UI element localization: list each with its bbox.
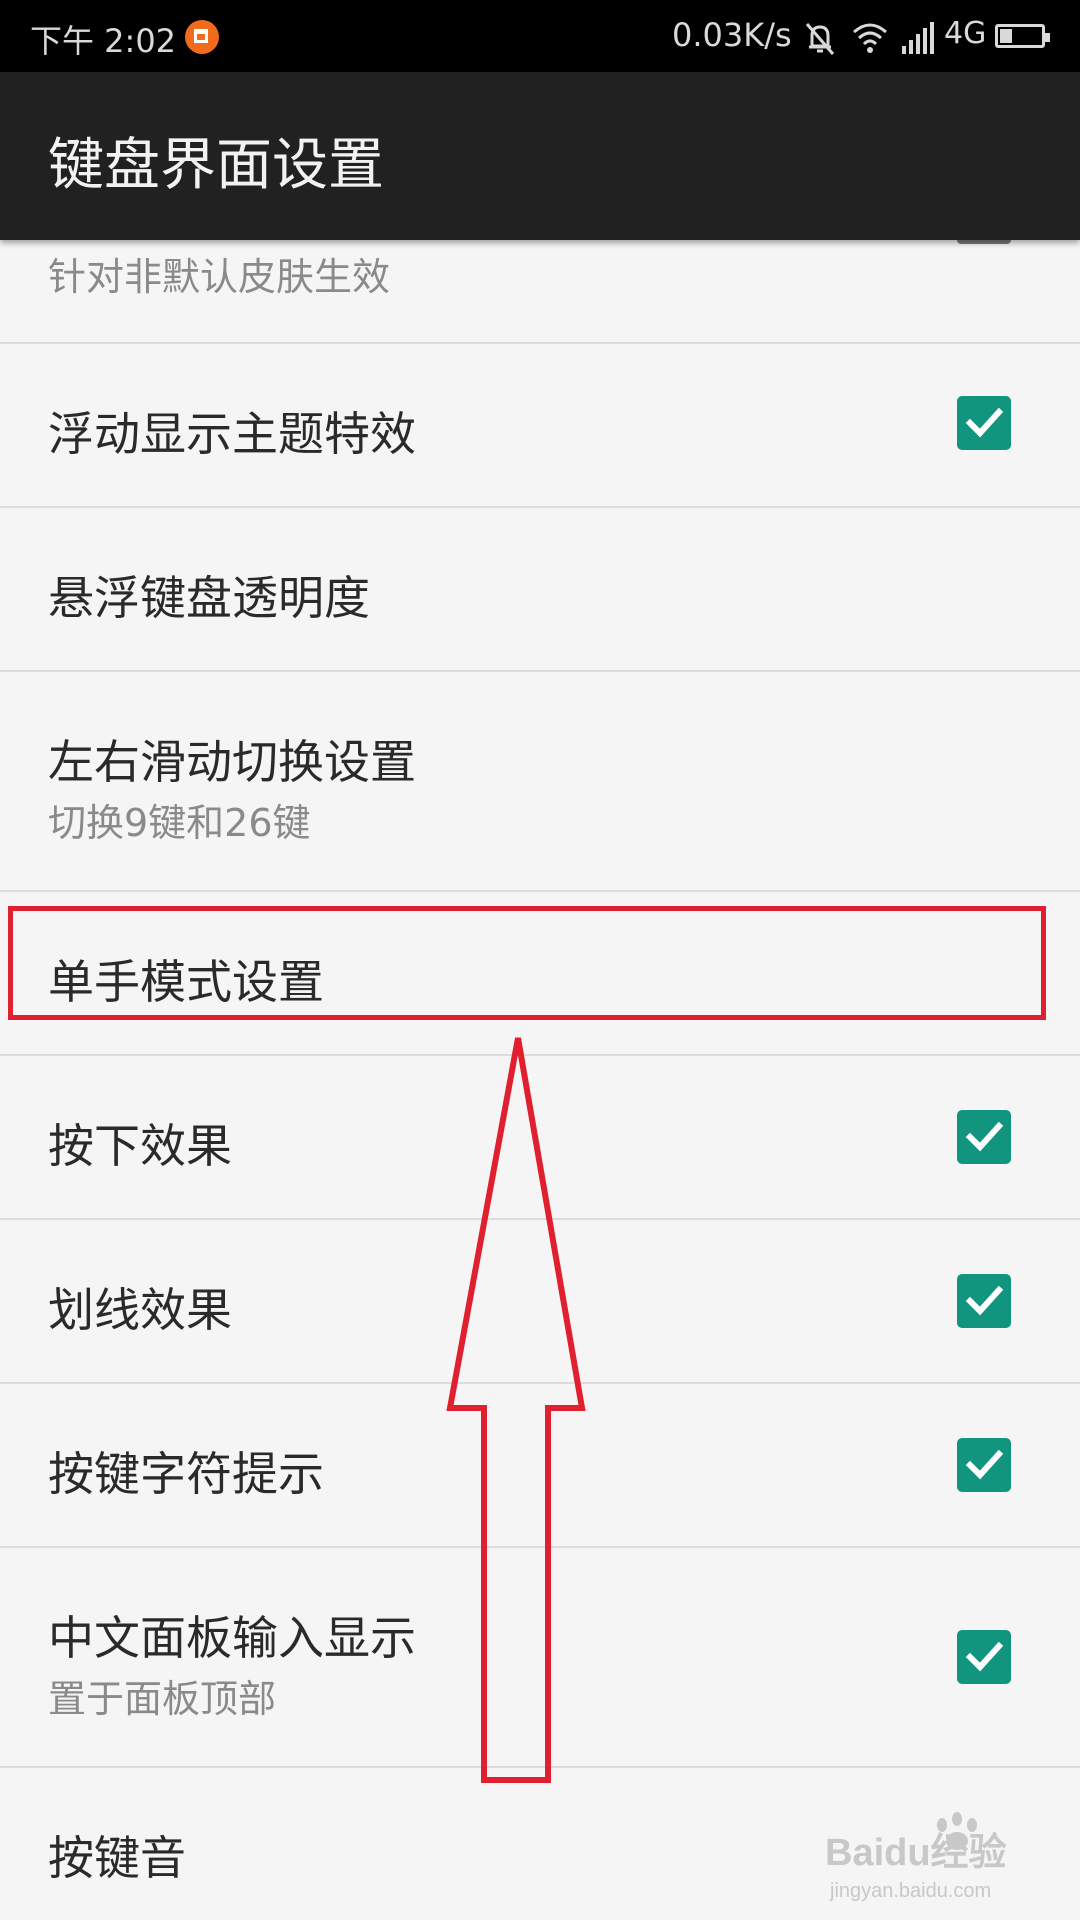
app-bar: 键盘界面设置	[0, 72, 1080, 240]
signal-icon	[898, 18, 938, 58]
highlight-box	[8, 906, 1046, 1020]
list-item-keyboard-transparency[interactable]: 悬浮键盘透明度	[0, 508, 1080, 672]
net-speed: 0.03K/s	[672, 16, 792, 54]
item-label: 划线效果	[48, 1283, 232, 1337]
checkbox-checked[interactable]	[957, 1274, 1011, 1328]
page-title: 键盘界面设置	[48, 133, 384, 198]
item-label: 中文面板输入显示	[48, 1611, 416, 1665]
mute-icon	[800, 18, 840, 58]
list-item-floating-theme-effect[interactable]: 浮动显示主题特效	[0, 344, 1080, 508]
checkbox-checked[interactable]	[957, 396, 1011, 450]
battery-icon	[995, 24, 1050, 48]
item-label: 按下效果	[48, 1119, 232, 1173]
status-time: 下午 2:02	[30, 22, 177, 60]
watermark-url: jingyan.baidu.com	[829, 1880, 991, 1902]
notification-app-icon	[185, 20, 219, 54]
item-label: 左右滑动切换设置	[48, 735, 416, 789]
status-bar: 下午 2:02 0.03K/s 4G	[0, 0, 1080, 72]
baidu-watermark: Baidu经验 jingyan.baidu.com	[825, 1805, 1025, 1905]
item-label: 按键音	[48, 1831, 186, 1885]
wifi-icon	[850, 18, 890, 58]
up-arrow-annotation	[446, 1037, 586, 1783]
network-type: 4G	[944, 16, 987, 51]
item-label: 悬浮键盘透明度	[48, 571, 370, 625]
item-summary: 置于面板顶部	[48, 1677, 277, 1721]
checkbox-checked[interactable]	[957, 1630, 1011, 1684]
item-label: 浮动显示主题特效	[48, 407, 416, 461]
item-label: 按键字符提示	[48, 1447, 324, 1501]
item-summary: 切换9键和26键	[48, 801, 311, 845]
list-item-swipe-switch[interactable]: 左右滑动切换设置 切换9键和26键	[0, 672, 1080, 892]
checkbox-checked[interactable]	[957, 1110, 1011, 1164]
watermark-text: Baidu经验	[825, 1832, 1007, 1874]
checkbox-checked[interactable]	[957, 1438, 1011, 1492]
item-summary: 针对非默认皮肤生效	[48, 255, 391, 299]
